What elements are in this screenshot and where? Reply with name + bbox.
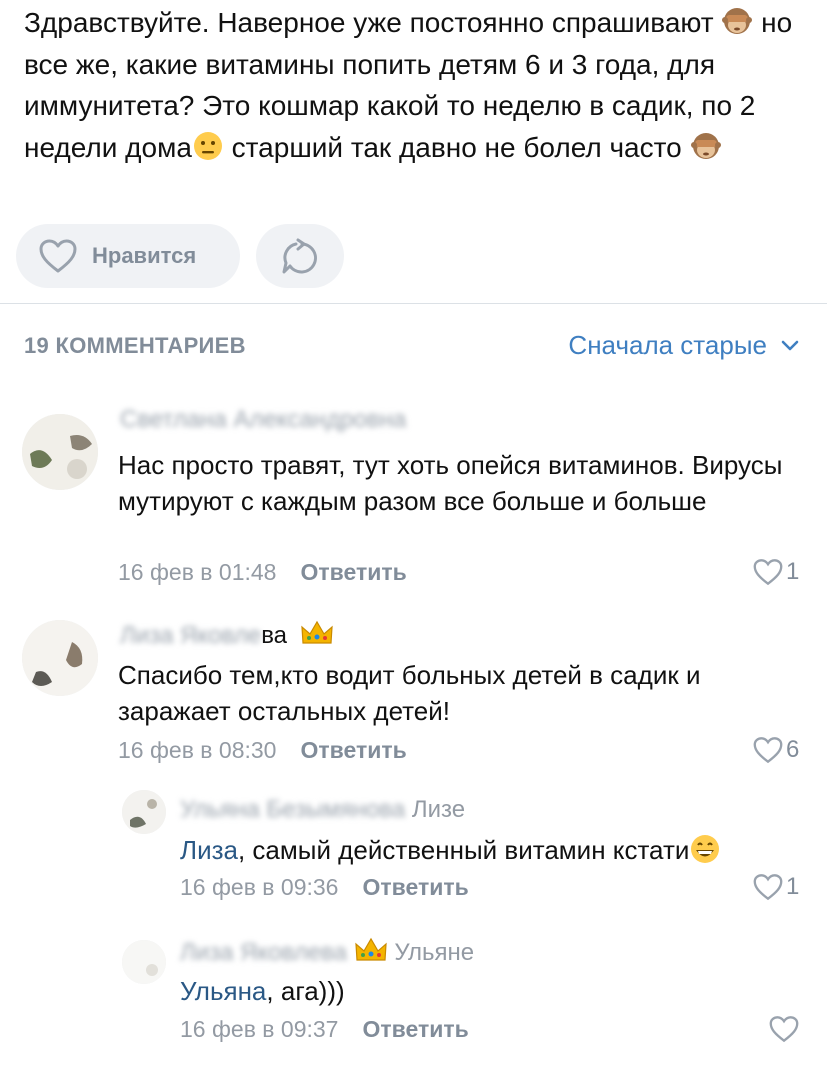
- author-name-tail: ва: [261, 622, 288, 649]
- see-no-evil-monkey-icon: [690, 132, 721, 159]
- heart-icon: [753, 874, 783, 901]
- reply-to: Ульяне: [394, 939, 475, 966]
- heart-icon: [753, 559, 783, 586]
- crown-icon: [354, 937, 387, 961]
- reply-button[interactable]: Ответить: [362, 874, 468, 900]
- reply-to: Лизе: [411, 796, 466, 823]
- comment-author[interactable]: Лиза Яковлева Ульяне: [180, 936, 474, 967]
- comment-date: 16 фев в 01:48: [118, 559, 277, 585]
- see-no-evil-monkey-icon: [722, 8, 753, 34]
- comment-body: , самый действенный витамин кстати: [237, 835, 690, 865]
- chevron-down-icon: [781, 340, 799, 350]
- comment-body: , ага))): [266, 976, 345, 1006]
- comment-author[interactable]: Светлана Александровна: [120, 406, 406, 434]
- neutral-face-icon: [193, 131, 222, 160]
- comment-like-button[interactable]: 1: [752, 873, 799, 901]
- author-name: Лиза Яковле: [120, 622, 262, 649]
- comment-author[interactable]: Ульяна Безымянова Лизе: [180, 796, 465, 824]
- mention-link[interactable]: Лиза: [180, 835, 238, 865]
- like-count: 6: [786, 736, 800, 763]
- crown-icon: [300, 620, 333, 644]
- heart-icon: [39, 239, 77, 273]
- comment-date: 16 фев в 09:36: [180, 874, 339, 900]
- avatar[interactable]: [22, 414, 98, 490]
- comment-date: 16 фев в 08:30: [118, 737, 277, 763]
- like-count: 1: [786, 558, 800, 585]
- comment-date: 16 фев в 09:37: [180, 1016, 339, 1042]
- comments-count: 19 КОММЕНТАРИЕВ: [24, 333, 246, 358]
- divider: [0, 303, 827, 304]
- author-name: Лиза Яковлева: [180, 939, 348, 966]
- sort-dropdown[interactable]: Сначала старые: [568, 330, 799, 361]
- comment-meta: 16 фев в 09:37 Ответить: [180, 1016, 469, 1043]
- comment-meta: 16 фев в 09:36 Ответить: [180, 874, 469, 901]
- grinning-face-icon: [691, 835, 720, 863]
- comment-like-button[interactable]: 1: [752, 558, 799, 586]
- like-button[interactable]: Нравится: [16, 224, 240, 288]
- avatar[interactable]: [22, 620, 98, 696]
- comment-meta: 16 фев в 01:48 Ответить: [118, 559, 407, 586]
- share-button[interactable]: [256, 224, 344, 288]
- post-text-part: старший так давно не болел часто: [223, 131, 690, 163]
- comment-author[interactable]: Лиза Яковлева: [120, 619, 334, 650]
- comment-text: Спасибо тем,кто водит больных детей в са…: [118, 660, 701, 726]
- heart-icon: [753, 737, 783, 764]
- post-text: Здравствуйте. Наверное уже постоянно спр…: [24, 2, 814, 168]
- comment-like-button[interactable]: 6: [752, 736, 799, 764]
- reply-button[interactable]: Ответить: [300, 737, 406, 763]
- comment-like-button[interactable]: [768, 1015, 802, 1043]
- sort-label: Сначала старые: [568, 330, 767, 360]
- author-name: Ульяна Безымянова: [180, 796, 406, 823]
- comment-meta: 16 фев в 08:30 Ответить: [118, 737, 407, 764]
- avatar[interactable]: [122, 790, 166, 834]
- comment-text: Лиза, самый действенный витамин кстати: [180, 832, 810, 868]
- mention-link[interactable]: Ульяна: [180, 976, 266, 1006]
- reply-button[interactable]: Ответить: [362, 1016, 468, 1042]
- heart-icon: [769, 1016, 799, 1043]
- like-label: Нравится: [92, 243, 197, 268]
- avatar[interactable]: [122, 940, 166, 984]
- comment-text: Нас просто травят, тут хоть опейся витам…: [118, 450, 783, 516]
- like-count: 1: [786, 873, 800, 900]
- post-text-part: Здравствуйте. Наверное уже постоянно спр…: [24, 7, 722, 38]
- reply-button[interactable]: Ответить: [300, 559, 406, 585]
- comment-text: Ульяна, ага))): [180, 973, 810, 1009]
- share-icon: [282, 238, 317, 274]
- author-name: Светлана Александровна: [120, 406, 407, 433]
